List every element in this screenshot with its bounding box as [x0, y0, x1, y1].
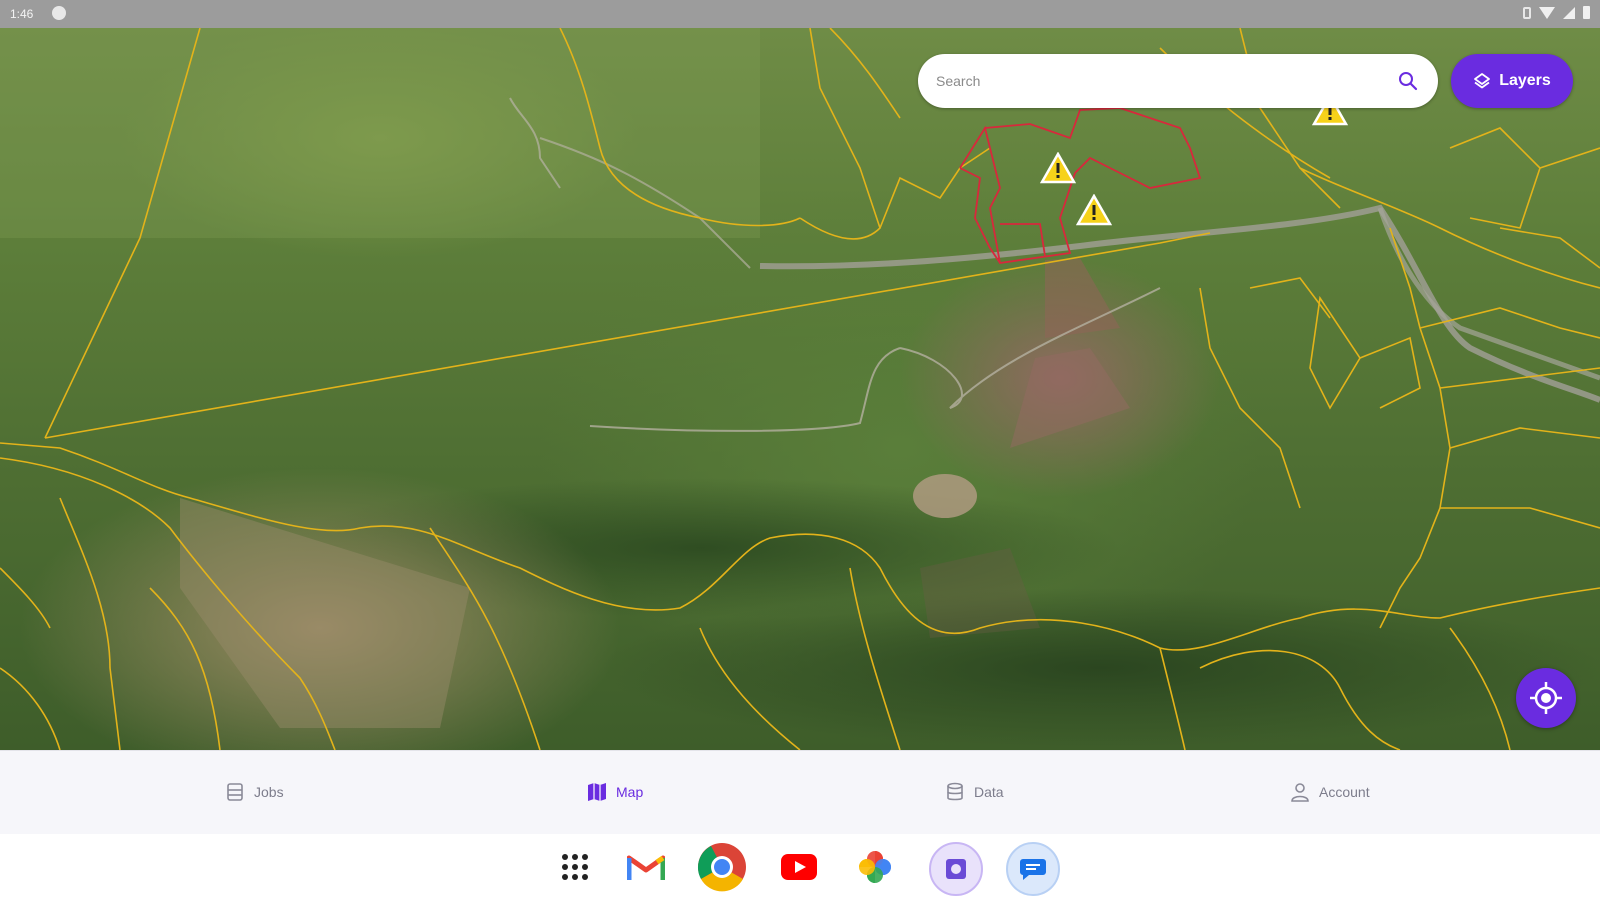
app-drawer-icon[interactable] — [550, 842, 600, 892]
map-icon — [588, 783, 606, 801]
my-location-button[interactable] — [1516, 668, 1576, 728]
nav-data-label: Data — [974, 784, 1004, 800]
search-bar[interactable]: Search — [918, 54, 1438, 108]
layers-button-label: Layers — [1499, 72, 1551, 89]
vibrate-icon — [1523, 6, 1531, 19]
signal-icon — [1563, 6, 1575, 19]
chrome-icon[interactable] — [697, 842, 747, 892]
nav-map[interactable]: Map — [586, 777, 643, 807]
nav-jobs-label: Jobs — [254, 784, 284, 800]
search-icon[interactable] — [1396, 69, 1420, 93]
photos-icon[interactable] — [850, 842, 900, 892]
screen-recorder-icon[interactable] — [929, 842, 983, 896]
database-icon — [947, 782, 963, 801]
my-location-icon — [1530, 682, 1562, 714]
wifi-icon — [1539, 6, 1555, 19]
search-input[interactable]: Search — [936, 73, 980, 89]
status-bar: 1:46 — [0, 0, 1600, 28]
parcel-boundaries — [0, 28, 1600, 750]
map-view[interactable]: Search Layers — [0, 28, 1600, 750]
nav-jobs[interactable]: Jobs — [224, 777, 284, 807]
youtube-icon[interactable] — [774, 842, 824, 892]
nav-data[interactable]: Data — [944, 777, 1004, 807]
app-dock — [0, 834, 1600, 900]
messages-icon[interactable] — [1006, 842, 1060, 896]
status-time: 1:46 — [10, 7, 34, 21]
battery-icon — [1583, 6, 1590, 19]
layers-button[interactable]: Layers — [1451, 54, 1573, 108]
jobs-icon — [227, 783, 243, 801]
account-icon — [1291, 783, 1309, 802]
nav-map-label: Map — [616, 784, 644, 800]
app-notification-icon — [52, 6, 66, 20]
nav-account-label: Account — [1319, 784, 1370, 800]
status-icons — [1523, 6, 1590, 19]
nav-account[interactable]: Account — [1289, 777, 1370, 807]
warning-marker[interactable] — [1040, 152, 1076, 184]
bottom-navigation: Jobs Map Data Account — [0, 750, 1600, 835]
layers-icon — [1474, 73, 1491, 89]
gmail-icon[interactable] — [621, 842, 671, 892]
warning-marker[interactable] — [1076, 194, 1112, 226]
